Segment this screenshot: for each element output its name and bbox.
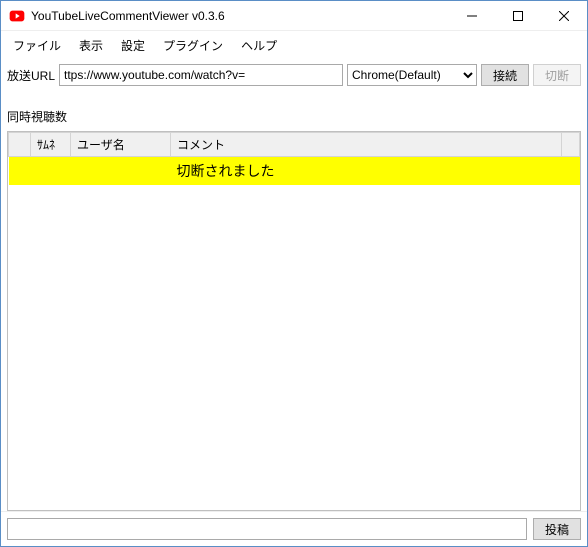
- menu-view[interactable]: 表示: [71, 34, 111, 57]
- url-input[interactable]: [59, 64, 343, 86]
- url-label: 放送URL: [7, 67, 55, 84]
- menu-help[interactable]: ヘルプ: [233, 34, 285, 57]
- post-input[interactable]: [7, 518, 527, 540]
- col-header-thumb[interactable]: ｻﾑﾈ: [31, 133, 71, 157]
- menubar: ファイル 表示 設定 プラグイン ヘルプ: [1, 31, 587, 60]
- disconnect-button[interactable]: 切断: [533, 64, 581, 86]
- cell-comment: 切断されました: [171, 157, 562, 186]
- viewers-label: 同時視聴数: [7, 110, 67, 124]
- cell-thumb: [31, 157, 71, 186]
- status-area: 同時視聴数: [1, 90, 587, 127]
- col-header-scroll: [562, 133, 580, 157]
- menu-plugin[interactable]: プラグイン: [155, 34, 231, 57]
- titlebar: YouTubeLiveCommentViewer v0.3.6: [1, 1, 587, 31]
- col-header-check[interactable]: [9, 133, 31, 157]
- comment-table: ｻﾑﾈ ユーザ名 コメント 切断されました: [8, 132, 580, 185]
- cell-pad: [562, 157, 580, 186]
- window-title: YouTubeLiveCommentViewer v0.3.6: [31, 9, 225, 23]
- table-header-row: ｻﾑﾈ ユーザ名 コメント: [9, 133, 580, 157]
- menu-file[interactable]: ファイル: [5, 34, 69, 57]
- maximize-button[interactable]: [495, 1, 541, 31]
- post-button[interactable]: 投稿: [533, 518, 581, 540]
- comment-table-wrap[interactable]: ｻﾑﾈ ユーザ名 コメント 切断されました: [7, 131, 581, 511]
- footer: 投稿: [1, 511, 587, 546]
- col-header-comment[interactable]: コメント: [171, 133, 562, 157]
- cell-user: [71, 157, 171, 186]
- browser-select[interactable]: Chrome(Default): [347, 64, 477, 86]
- url-row: 放送URL Chrome(Default) 接続 切断: [1, 60, 587, 90]
- close-button[interactable]: [541, 1, 587, 31]
- menu-settings[interactable]: 設定: [113, 34, 153, 57]
- cell-check: [9, 157, 31, 186]
- youtube-icon: [9, 8, 25, 24]
- minimize-button[interactable]: [449, 1, 495, 31]
- connect-button[interactable]: 接続: [481, 64, 529, 86]
- col-header-user[interactable]: ユーザ名: [71, 133, 171, 157]
- table-row[interactable]: 切断されました: [9, 157, 580, 186]
